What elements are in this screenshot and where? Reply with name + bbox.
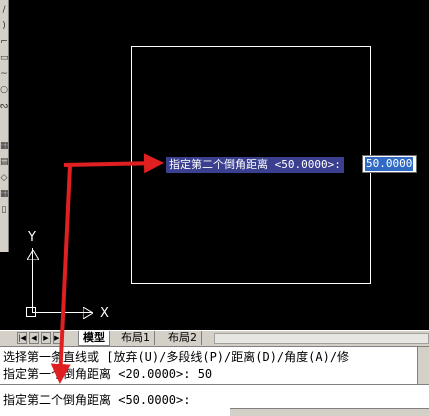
table-tool-icon[interactable]: ▦	[0, 188, 9, 200]
next-tab-icon[interactable]: ▶	[41, 332, 51, 344]
ucs-origin-icon	[26, 307, 36, 317]
prev-tab-icon[interactable]: ◀	[29, 332, 39, 344]
dynamic-input-value[interactable]: 50.0000	[365, 157, 414, 171]
hatch-tool-icon[interactable]: ▦	[0, 140, 9, 152]
command-history-line: 指定第一个倒角距离 <20.0000>: 50	[3, 367, 213, 381]
last-tab-icon[interactable]: ▶|	[53, 332, 63, 344]
tab-layout1[interactable]: 布局1	[117, 331, 155, 345]
ucs-y-arrow-icon	[27, 250, 39, 260]
horizontal-scrollbar[interactable]	[214, 333, 429, 344]
first-tab-icon[interactable]: |◀	[17, 332, 27, 344]
command-scrollbar[interactable]	[417, 347, 429, 384]
command-prompt-line[interactable]: 指定第二个倒角距离 <50.0000>:	[3, 392, 190, 408]
mtext-tool-icon[interactable]: ▯	[0, 204, 8, 216]
curve-tool-icon[interactable]: ~	[0, 68, 8, 80]
dynamic-input-prompt: 指定第二个倒角距离 <50.0000>:	[166, 157, 344, 173]
line-tool-icon[interactable]: /	[0, 4, 8, 16]
circle-tool-icon[interactable]: ○	[0, 84, 8, 96]
command-separator	[0, 384, 429, 385]
ucs-y-label: Y	[28, 230, 36, 245]
region-tool-icon[interactable]: ◇	[0, 172, 8, 184]
tab-layout2[interactable]: 布局2	[164, 331, 202, 345]
draw-toolbar: / ) ⌐ ▭ ~ ○ ᔓ ▦ ▤ ◇ ▦ ▯	[0, 0, 9, 252]
gradient-tool-icon[interactable]: ▤	[0, 156, 9, 168]
polyline-tool-icon[interactable]: ⌐	[0, 36, 8, 48]
ucs-x-arrow-icon	[83, 307, 93, 319]
arc-tool-icon[interactable]: )	[0, 20, 8, 32]
ucs-x-label: X	[100, 306, 109, 321]
dynamic-input-field[interactable]: 50.0000	[362, 155, 417, 173]
layout-tab-bar: |◀ ◀ ▶ ▶| 模型 布局1 布局2	[0, 330, 429, 346]
revcloud-tool-icon[interactable]: ᔓ	[0, 100, 8, 112]
rectangle-tool-icon[interactable]: ▭	[0, 52, 9, 64]
command-history-line: 选择第一条直线或 [放弃(U)/多段线(P)/距离(D)/角度(A)/修	[3, 350, 350, 364]
tab-model[interactable]: 模型	[78, 331, 110, 346]
